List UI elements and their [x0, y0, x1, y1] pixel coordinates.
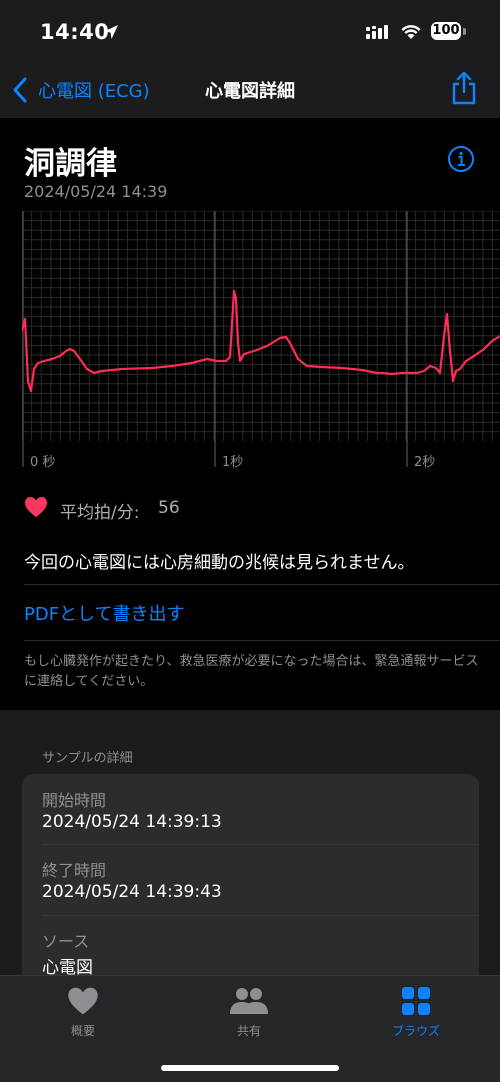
- start-time-label: 開始時間: [42, 791, 107, 810]
- share-icon[interactable]: [450, 70, 478, 110]
- divider: [24, 640, 500, 641]
- wifi-icon: [399, 23, 423, 45]
- details-card: 開始時間 2024/05/24 14:39:13 終了時間 2024/05/24…: [22, 774, 479, 994]
- details-header: サンプルの詳細: [42, 751, 133, 766]
- status-bar: 14:40 100: [0, 0, 500, 62]
- time-label-0s: 0 秒: [30, 455, 56, 470]
- classification-title: 洞調律: [24, 146, 117, 182]
- battery-indicator: 100: [431, 22, 461, 40]
- status-time: 14:40: [40, 20, 110, 44]
- nav-title: 心電図詳細: [205, 81, 295, 102]
- row-separator: [42, 844, 479, 845]
- nav-bar: 心電図 (ECG) 心電図詳細: [0, 62, 500, 118]
- row-separator: [42, 915, 479, 916]
- end-time-label: 終了時間: [42, 861, 107, 880]
- people-icon: [228, 988, 270, 1020]
- start-time-value: 2024/05/24 14:39:13: [42, 812, 222, 832]
- export-pdf-button[interactable]: PDFとして書き出す: [24, 600, 185, 626]
- screen: 14:40 100 心電図 (ECG) 心電図詳細 洞調律 2024/05/24…: [0, 0, 500, 1082]
- tab-browse-label: ブラウズ: [391, 1024, 440, 1038]
- tab-sharing-label: 共有: [236, 1024, 261, 1038]
- ecg-card: 洞調律 2024/05/24 14:39 0 秒 1秒 2秒 平均拍/分: 56…: [0, 118, 500, 710]
- signal-icon: [366, 24, 392, 44]
- time-label-1s: 1秒: [222, 455, 244, 470]
- ecg-strip: 0 秒 1秒 2秒: [20, 210, 500, 470]
- end-time-value: 2024/05/24 14:39:43: [42, 882, 222, 902]
- avg-hr-value: 56: [158, 498, 180, 518]
- info-icon[interactable]: [447, 145, 475, 177]
- ecg-trace: [20, 289, 500, 393]
- ecg-graph: [20, 210, 500, 467]
- heart-icon: [67, 987, 99, 1020]
- heart-icon: [24, 496, 48, 522]
- tab-sharing[interactable]: 共有: [189, 986, 309, 1039]
- tab-summary-label: 概要: [70, 1024, 95, 1038]
- tab-summary[interactable]: 概要: [23, 986, 143, 1039]
- divider: [24, 584, 500, 585]
- home-indicator: [161, 1065, 339, 1071]
- grid-icon: [401, 987, 431, 1020]
- record-date: 2024/05/24 14:39: [24, 182, 168, 201]
- location-arrow-icon: [102, 23, 120, 45]
- time-label-2s: 2秒: [414, 455, 436, 470]
- tab-browse[interactable]: ブラウズ: [356, 986, 476, 1039]
- disclaimer-text: もし心臓発作が起きたり、救急医療が必要になった場合は、緊急通報サービスに連絡して…: [24, 654, 479, 689]
- battery-tip: [463, 28, 466, 35]
- avg-hr-label: 平均拍/分:: [60, 503, 140, 523]
- result-text: 今回の心電図には心房細動の兆候は見られません。: [24, 553, 415, 573]
- source-label: ソース: [42, 932, 90, 951]
